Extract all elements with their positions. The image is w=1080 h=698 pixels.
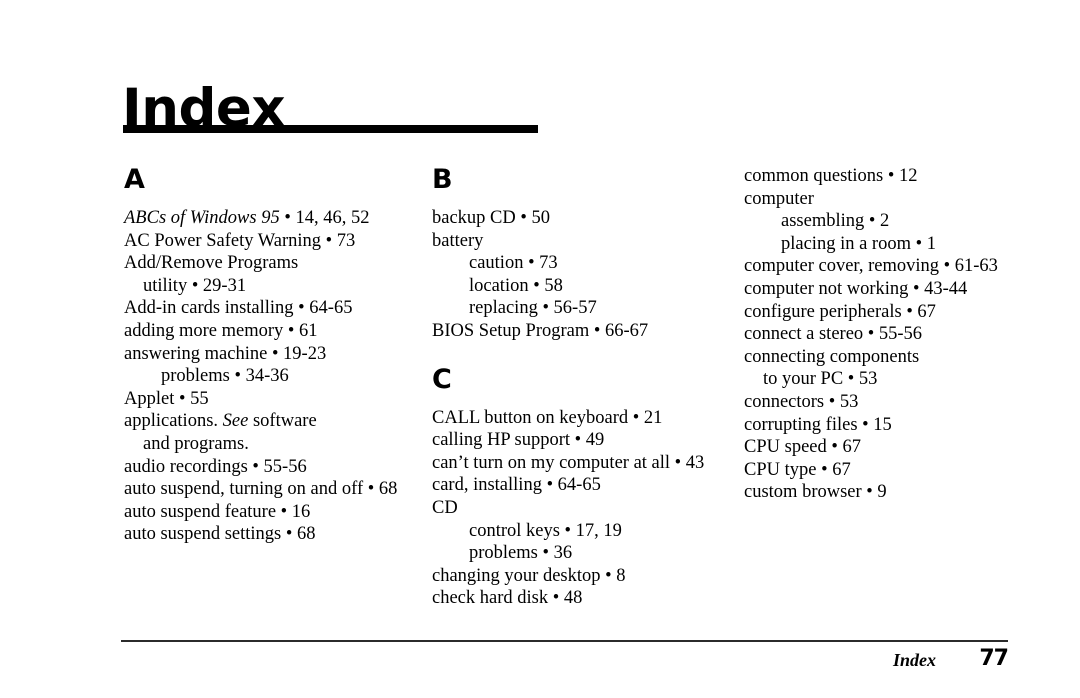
index-entry: Add-in cards installing • 64-65 bbox=[124, 298, 353, 319]
index-entry: connecting components bbox=[744, 346, 920, 367]
index-entry: computer not working • 43-44 bbox=[744, 278, 968, 299]
page-footer: Index 77 bbox=[121, 646, 1009, 674]
index-entry: applications. See software bbox=[124, 411, 317, 432]
index-entry: custom browser • 9 bbox=[744, 482, 887, 503]
letter-heading-a: A bbox=[124, 164, 145, 195]
index-entry: backup CD • 50 bbox=[432, 208, 550, 228]
index-columns: A ABCs of Windows 95 • 14, 46, 52 AC Powe… bbox=[0, 0, 1080, 698]
footer-rule bbox=[121, 640, 1008, 642]
index-entry: connect a stereo • 55-56 bbox=[744, 324, 923, 345]
index-entry: CPU speed • 67 bbox=[744, 437, 861, 458]
index-entry: to your PC • 53 bbox=[763, 369, 878, 390]
entry-list-c-continued: common questions • 12 computer assembling … bbox=[744, 165, 1044, 504]
index-entry: computer bbox=[744, 188, 814, 209]
index-entry: location • 58 bbox=[469, 275, 563, 296]
index-entry: auto suspend feature • 16 bbox=[124, 501, 311, 522]
index-entry: utility • 29-31 bbox=[143, 275, 247, 296]
letter-heading-c: C bbox=[432, 363, 452, 395]
index-entry: CD bbox=[432, 497, 458, 518]
index-entry: battery bbox=[432, 230, 484, 251]
index-entry: problems • 34-36 bbox=[161, 366, 289, 387]
index-entry: caution • 73 bbox=[469, 253, 558, 274]
index-entry: calling HP support • 49 bbox=[432, 430, 605, 451]
index-entry: audio recordings • 55-56 bbox=[124, 456, 307, 477]
index-entry: control keys • 17, 19 bbox=[469, 520, 622, 541]
index-entry: and programs. bbox=[143, 433, 249, 454]
index-entry: CPU type • 67 bbox=[744, 459, 851, 480]
index-entry: CALL button on keyboard • 21 bbox=[432, 407, 663, 428]
index-entry: placing in a room • 1 bbox=[781, 233, 936, 254]
index-entry: AC Power Safety Warning • 73 bbox=[124, 230, 356, 251]
index-column-3: common questions • 12 computer assembling … bbox=[744, 165, 1044, 504]
index-entry: configure peripherals • 67 bbox=[744, 301, 936, 322]
index-entry: can’t turn on my computer at all • 43 bbox=[432, 452, 705, 473]
footer-section-label: Index bbox=[892, 650, 936, 670]
entry-list-b: backup CD • 50 battery caution • 73 locatio… bbox=[432, 207, 732, 343]
entry-list-a: ABCs of Windows 95 • 14, 46, 52 AC Power … bbox=[124, 207, 424, 546]
footer-page-number: 77 bbox=[979, 646, 1009, 671]
index-column-1: A ABCs of Windows 95 • 14, 46, 52 AC Powe… bbox=[124, 165, 424, 546]
index-entry: assembling • 2 bbox=[781, 211, 890, 232]
index-entry: common questions • 12 bbox=[744, 166, 918, 186]
letter-heading-b: B bbox=[432, 164, 453, 195]
entry-list-c: CALL button on keyboard • 21 calling HP s… bbox=[432, 407, 732, 610]
index-entry: ABCs of Windows 95 • 14, 46, 52 bbox=[124, 208, 370, 228]
index-entry: connectors • 53 bbox=[744, 391, 859, 412]
index-entry-italic: See bbox=[222, 411, 249, 432]
index-entry: computer cover, removing • 61-63 bbox=[744, 256, 998, 277]
index-entry: corrupting files • 15 bbox=[744, 414, 892, 435]
index-entry: replacing • 56-57 bbox=[469, 298, 597, 319]
index-entry-italic: ABCs of Windows 95 bbox=[124, 208, 280, 228]
index-entry: auto suspend, turning on and off • 68 bbox=[124, 479, 398, 500]
index-entry: changing your desktop • 8 bbox=[432, 565, 626, 586]
index-entry: card, installing • 64-65 bbox=[432, 475, 601, 496]
index-entry: check hard disk • 48 bbox=[432, 588, 583, 609]
index-entry: problems • 36 bbox=[469, 543, 573, 564]
index-entry: auto suspend settings • 68 bbox=[124, 524, 316, 545]
index-entry: Applet • 55 bbox=[124, 388, 209, 409]
index-page: Index A ABCs of Windows 95 • 14, 46, 52 A… bbox=[0, 0, 1080, 698]
index-entry: adding more memory • 61 bbox=[124, 320, 318, 341]
index-column-2: B backup CD • 50 battery caution • 73 locat… bbox=[432, 165, 732, 610]
index-entry: Add/Remove Programs bbox=[124, 253, 299, 274]
index-entry: answering machine • 19-23 bbox=[124, 343, 327, 364]
index-entry: BIOS Setup Program • 66-67 bbox=[432, 320, 649, 341]
